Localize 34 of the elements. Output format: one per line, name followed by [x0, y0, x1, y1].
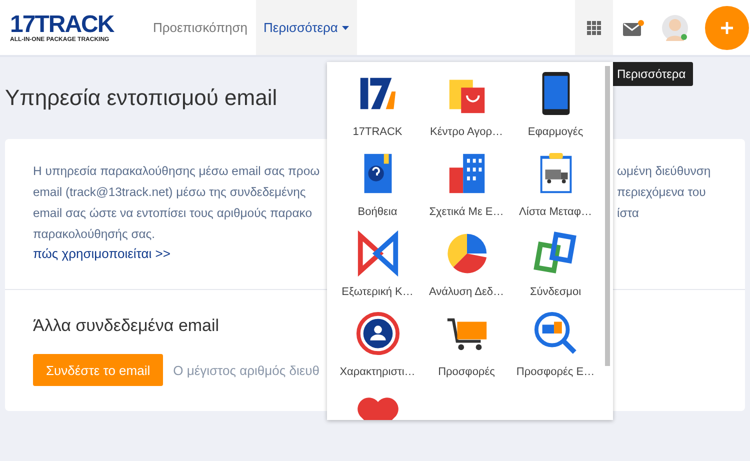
avatar-icon[interactable] — [661, 14, 689, 42]
app-item[interactable]: Κέντρο Αγορ… — [422, 70, 511, 138]
apps-grid-button[interactable] — [575, 0, 613, 55]
description-text: παρακολούθησής σας. — [33, 226, 156, 243]
nav-tab[interactable]: Προεπισκόπηση — [145, 0, 256, 55]
brand-logo[interactable]: 17TRACK — [10, 12, 145, 36]
app-item[interactable]: Βοήθεια — [333, 150, 422, 218]
nav-tab[interactable]: Περισσότερα — [256, 0, 357, 55]
grid-icon — [587, 20, 601, 34]
app-item[interactable]: Λίστα Μεταφ… — [511, 150, 600, 218]
app-item[interactable]: Σύνδεσμοι — [511, 230, 600, 298]
how-to-use-link[interactable]: πώς χρησιμοποιείται >> — [33, 245, 170, 263]
app-item[interactable]: Εξωτερική Κ… — [333, 230, 422, 298]
description-text: email (track@13track.net) μέσω της συνδεδεμένης — [33, 184, 306, 201]
description-text: ίστα — [617, 205, 639, 222]
add-button[interactable] — [705, 6, 749, 50]
plus-icon — [720, 20, 734, 34]
app-item[interactable]: Προσφορές — [422, 310, 511, 378]
description-text: email σας ώστε να εντοπίσει τους αριθμούς παρακο — [33, 205, 312, 222]
limit-note: Ο μέγιστος αριθμός διευθ — [173, 362, 320, 378]
description-text: περιεχόμενα του — [617, 184, 706, 201]
app-item[interactable]: Ανάλυση Δεδ… — [422, 230, 511, 298]
app-item[interactable]: Χαρακτηριστι… — [333, 310, 422, 378]
app-item[interactable]: 17TRACK — [333, 70, 422, 138]
mail-icon[interactable] — [623, 20, 645, 36]
section-title: Άλλα συνδεδεμένα email — [33, 316, 220, 336]
page-title: Υπηρεσία εντοπισμού email — [5, 85, 278, 111]
tooltip: Περισσότερα — [610, 62, 693, 86]
description-text: Η υπηρεσία παρακαλούθησης μέσω email σας προω — [33, 163, 320, 180]
app-item[interactable]: Προσφορές Ε… — [511, 310, 600, 378]
people-circle-icon — [354, 310, 402, 357]
app-item[interactable]: Εφαρμογές — [511, 70, 600, 138]
description-text: ωμένη διεύθυνση — [617, 163, 711, 180]
app-item[interactable]: Σχετικά Με Ε… — [422, 150, 511, 218]
